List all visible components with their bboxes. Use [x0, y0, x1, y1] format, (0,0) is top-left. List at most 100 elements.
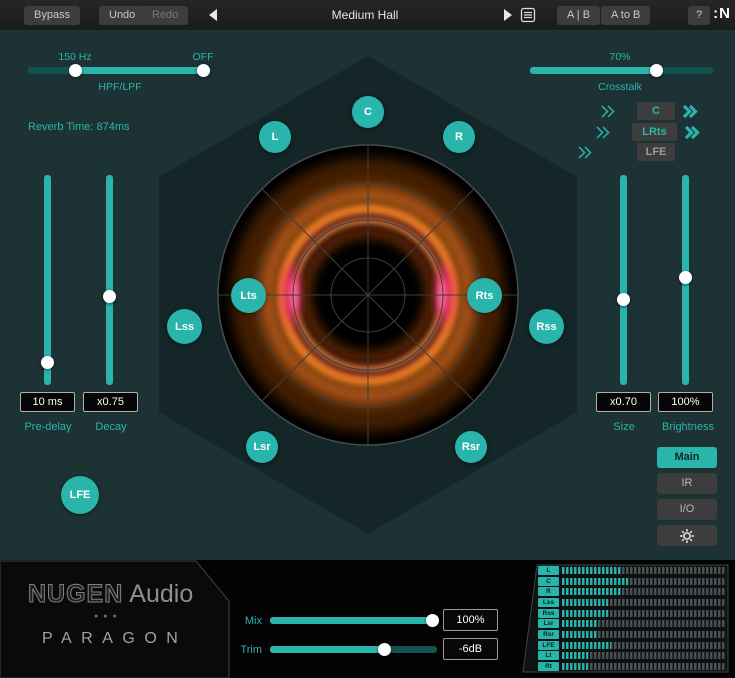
- ab-compare-button[interactable]: A | B: [557, 6, 600, 25]
- filter-label: HPF/LPF: [60, 81, 180, 93]
- route-in-c-icon[interactable]: [599, 103, 616, 120]
- channel-lsr[interactable]: Lsr: [246, 431, 278, 463]
- trim-handle[interactable]: [378, 643, 391, 656]
- trim-value[interactable]: -6dB: [443, 638, 498, 660]
- channel-rts[interactable]: Rts: [467, 278, 502, 313]
- brightness-fader-handle[interactable]: [679, 271, 692, 284]
- meter-channel-label: Lsr: [538, 619, 559, 628]
- meter-channel-label: Lt: [538, 651, 559, 660]
- size-fader-handle[interactable]: [617, 293, 630, 306]
- meter-level: [562, 588, 621, 595]
- decay-fader[interactable]: [106, 175, 113, 385]
- ir-page-button[interactable]: IR: [657, 473, 717, 494]
- route-in-lfe-icon[interactable]: [576, 144, 593, 161]
- mix-value[interactable]: 100%: [443, 609, 498, 631]
- next-preset-icon[interactable]: [500, 7, 516, 23]
- redo-button[interactable]: Redo: [142, 6, 188, 25]
- meter-row: LFE: [538, 641, 726, 650]
- meter-bar: [562, 631, 726, 638]
- nugen-logo-icon: :N: [713, 5, 731, 22]
- preset-name[interactable]: Medium Hall: [250, 8, 480, 22]
- a-to-b-button[interactable]: A to B: [601, 6, 650, 25]
- channel-r[interactable]: R: [443, 121, 475, 153]
- reverb-time-readout: Reverb Time: 874ms: [28, 121, 188, 133]
- meter-channel-label: R: [538, 587, 559, 596]
- meter-level: [562, 642, 611, 649]
- meter-level: [562, 620, 598, 627]
- meter-row: Lt: [538, 651, 726, 660]
- channel-c[interactable]: C: [352, 96, 384, 128]
- meter-level: [562, 663, 588, 670]
- predelay-fader-handle[interactable]: [41, 356, 54, 369]
- settings-button[interactable]: [657, 525, 717, 546]
- mix-slider-fill: [270, 617, 433, 624]
- channel-rsr[interactable]: Rsr: [455, 431, 487, 463]
- help-button[interactable]: ?: [688, 6, 710, 25]
- crosstalk-slider-fill: [530, 67, 656, 74]
- channel-rss[interactable]: Rss: [529, 309, 564, 344]
- meter-level: [562, 610, 608, 617]
- previous-preset-icon[interactable]: [206, 7, 222, 23]
- hpf-lpf-slider-fill: [75, 67, 203, 74]
- meter-bar: [562, 578, 726, 585]
- meter-level: [562, 599, 608, 606]
- channel-l[interactable]: L: [259, 121, 291, 153]
- hpf-handle[interactable]: [69, 64, 82, 77]
- decay-fader-handle[interactable]: [103, 290, 116, 303]
- meter-channel-label: Rsr: [538, 630, 559, 639]
- meter-bar: [562, 620, 726, 627]
- top-toolbar: Bypass Undo Redo Medium Hall A | B A to …: [0, 0, 735, 30]
- crosstalk-value-label: 70%: [585, 51, 655, 63]
- crosstalk-handle[interactable]: [650, 64, 663, 77]
- channel-lss[interactable]: Lss: [167, 309, 202, 344]
- mix-label: Mix: [218, 615, 262, 627]
- io-page-button[interactable]: I/O: [657, 499, 717, 520]
- meter-bar: [562, 652, 726, 659]
- route-in-lrts-icon[interactable]: [594, 124, 611, 141]
- brightness-label: Brightness: [645, 421, 731, 433]
- meter-bar: [562, 610, 726, 617]
- predelay-fader[interactable]: [44, 175, 51, 385]
- undo-button[interactable]: Undo: [99, 6, 145, 25]
- channel-lts[interactable]: Lts: [231, 278, 266, 313]
- preset-list-icon[interactable]: [520, 7, 536, 23]
- crosstalk-label: Crosstalk: [560, 81, 680, 93]
- lpf-handle[interactable]: [197, 64, 210, 77]
- meter-channel-label: Lss: [538, 598, 559, 607]
- output-meters: LCRLssRssLsrRsrLFELtRt: [538, 566, 726, 671]
- predelay-value[interactable]: 10 ms: [20, 392, 75, 412]
- decay-label: Decay: [71, 421, 151, 433]
- meter-bar: [562, 599, 726, 606]
- brand-audio-text: Audio: [129, 580, 193, 608]
- bypass-button[interactable]: Bypass: [24, 6, 80, 25]
- trim-label: Trim: [218, 644, 262, 656]
- lpf-value-label: OFF: [168, 51, 238, 63]
- meter-channel-label: L: [538, 566, 559, 575]
- decay-value[interactable]: x0.75: [83, 392, 138, 412]
- meter-bar: [562, 663, 726, 670]
- main-page-button[interactable]: Main: [657, 447, 717, 468]
- route-lfe-button[interactable]: LFE: [637, 143, 675, 161]
- meter-channel-label: LFE: [538, 641, 559, 650]
- product-name: PARAGON: [42, 630, 187, 648]
- channel-lfe[interactable]: LFE: [61, 476, 99, 514]
- meter-row: R: [538, 587, 726, 596]
- mix-handle[interactable]: [426, 614, 439, 627]
- route-out-c-icon[interactable]: [681, 103, 698, 120]
- meter-row: Lsr: [538, 619, 726, 628]
- meter-level: [562, 652, 588, 659]
- route-c-button[interactable]: C: [637, 102, 675, 120]
- size-fader[interactable]: [620, 175, 627, 385]
- brand-dots: ●●●: [94, 613, 122, 620]
- brightness-value[interactable]: 100%: [658, 392, 713, 412]
- meter-row: L: [538, 566, 726, 575]
- brand-nugen-text: NUGEN: [28, 580, 123, 608]
- size-value[interactable]: x0.70: [596, 392, 651, 412]
- meter-row: Rt: [538, 662, 726, 671]
- meter-row: Rsr: [538, 630, 726, 639]
- meter-level: [562, 567, 621, 574]
- route-out-lrts-icon[interactable]: [683, 124, 700, 141]
- meter-bar: [562, 588, 726, 595]
- meter-row: C: [538, 577, 726, 586]
- route-lrts-button[interactable]: LRts: [632, 123, 677, 141]
